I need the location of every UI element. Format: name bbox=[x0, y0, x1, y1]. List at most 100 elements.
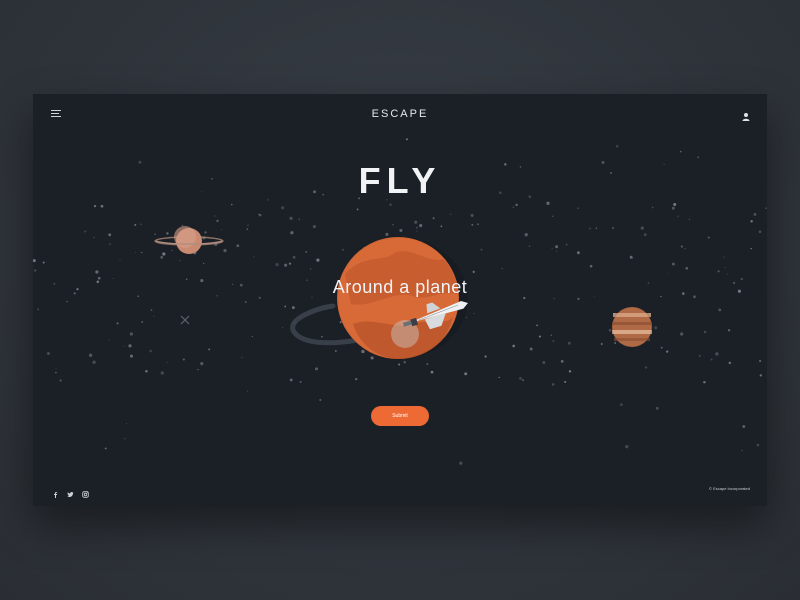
star bbox=[552, 340, 555, 342]
star bbox=[355, 377, 358, 381]
star bbox=[528, 245, 531, 247]
star bbox=[551, 383, 555, 386]
star bbox=[253, 256, 255, 258]
star bbox=[123, 346, 125, 347]
star bbox=[246, 390, 248, 392]
star bbox=[524, 233, 528, 237]
star bbox=[116, 322, 119, 325]
star bbox=[398, 363, 401, 366]
star bbox=[305, 250, 308, 253]
star bbox=[680, 245, 684, 248]
star bbox=[551, 247, 553, 249]
page-title: FLY bbox=[358, 160, 442, 201]
star bbox=[281, 206, 285, 210]
star bbox=[66, 300, 68, 303]
star bbox=[140, 223, 142, 226]
star bbox=[600, 342, 603, 346]
star bbox=[182, 358, 185, 361]
star bbox=[703, 330, 707, 334]
star bbox=[220, 229, 222, 231]
star bbox=[471, 223, 474, 226]
star bbox=[125, 422, 127, 424]
star bbox=[654, 326, 658, 330]
star bbox=[655, 406, 659, 410]
star bbox=[688, 218, 690, 220]
star bbox=[292, 306, 295, 309]
brand-logo[interactable]: ESCAPE bbox=[33, 108, 767, 120]
instagram-icon[interactable] bbox=[82, 485, 89, 498]
star bbox=[625, 445, 629, 449]
star bbox=[216, 219, 219, 223]
star bbox=[741, 449, 743, 452]
star bbox=[710, 358, 713, 361]
star bbox=[414, 220, 418, 224]
star bbox=[292, 255, 296, 259]
star bbox=[551, 215, 554, 218]
star bbox=[643, 233, 647, 237]
star bbox=[727, 329, 731, 332]
star bbox=[93, 236, 95, 239]
star bbox=[765, 207, 767, 209]
star bbox=[223, 249, 227, 253]
star bbox=[512, 344, 516, 348]
facebook-icon[interactable] bbox=[52, 485, 59, 498]
star bbox=[440, 225, 443, 228]
star bbox=[153, 315, 155, 317]
star bbox=[150, 309, 153, 311]
star bbox=[141, 321, 144, 324]
star bbox=[477, 223, 479, 226]
star bbox=[758, 359, 762, 363]
star bbox=[247, 224, 249, 226]
star bbox=[419, 224, 423, 228]
star bbox=[298, 218, 301, 221]
star bbox=[334, 350, 337, 352]
star bbox=[160, 255, 164, 259]
star bbox=[577, 297, 580, 301]
star bbox=[109, 243, 111, 246]
app-window: ESCAPE FLY Around a planet Submit © Esca… bbox=[33, 94, 767, 506]
star bbox=[145, 369, 148, 373]
star bbox=[149, 349, 152, 353]
twitter-icon[interactable] bbox=[67, 485, 74, 497]
star bbox=[59, 379, 62, 382]
star bbox=[519, 376, 523, 381]
submit-button[interactable]: Submit bbox=[371, 406, 429, 426]
star bbox=[673, 203, 677, 206]
star bbox=[726, 273, 728, 275]
star bbox=[370, 356, 374, 360]
star bbox=[753, 212, 757, 216]
star bbox=[128, 344, 132, 348]
star bbox=[166, 232, 169, 235]
star bbox=[450, 213, 452, 215]
star bbox=[92, 360, 96, 364]
star bbox=[560, 360, 564, 363]
star bbox=[361, 349, 365, 354]
star bbox=[515, 203, 518, 207]
mars-planet bbox=[336, 236, 468, 360]
star bbox=[568, 370, 572, 373]
star bbox=[758, 230, 762, 233]
star bbox=[677, 215, 679, 217]
star bbox=[538, 335, 541, 338]
star bbox=[703, 380, 706, 384]
star bbox=[281, 327, 284, 329]
star bbox=[546, 201, 550, 205]
star bbox=[55, 367, 57, 369]
star bbox=[208, 348, 211, 351]
star bbox=[341, 248, 344, 251]
star bbox=[577, 251, 580, 255]
star bbox=[611, 226, 615, 230]
user-icon[interactable] bbox=[741, 109, 751, 121]
star bbox=[34, 269, 37, 272]
star bbox=[459, 461, 463, 465]
star bbox=[707, 236, 710, 239]
star bbox=[501, 268, 503, 270]
star bbox=[553, 298, 555, 300]
star bbox=[124, 437, 126, 440]
star bbox=[284, 305, 287, 308]
star bbox=[715, 352, 719, 356]
star bbox=[289, 378, 293, 382]
star bbox=[595, 227, 598, 230]
star bbox=[555, 250, 557, 252]
star bbox=[555, 245, 559, 249]
